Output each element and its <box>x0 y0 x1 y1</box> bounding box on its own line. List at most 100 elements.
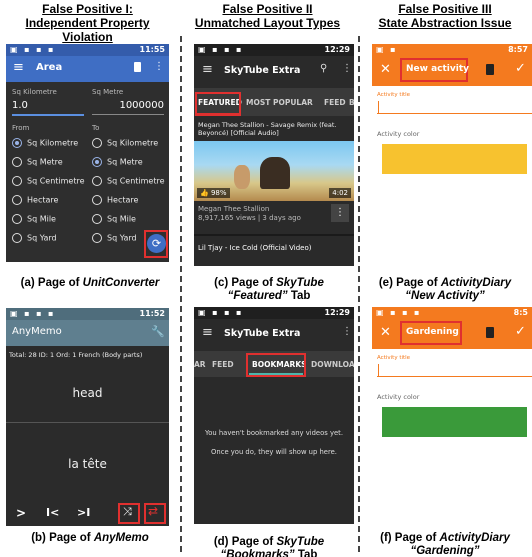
heading-false-positive-1: False Positive I: Independent Property V… <box>25 2 150 44</box>
to-radio-sq-centimetre[interactable]: Sq Centimetre <box>92 176 165 186</box>
from-radio-hectare[interactable]: Hectare <box>12 195 58 205</box>
highlight-featured-tab <box>195 92 241 116</box>
from-radio-sq-metre[interactable]: Sq Metre <box>12 157 63 167</box>
radio[interactable] <box>12 176 22 186</box>
repeat-icon[interactable]: ⇄ <box>148 504 158 518</box>
radio[interactable] <box>12 233 22 243</box>
anymemo-screen: ▣ ▪ ▪ ▪ 11:52 AnyMemo 🔧 Total: 28 ID: 1 … <box>6 308 169 526</box>
menu-icon[interactable]: ≡ <box>202 62 213 77</box>
toolbar: ≡ SkyTube Extra ⋮ <box>194 319 354 349</box>
toolbar: ≡ SkyTube Extra ⚲ ⋮ <box>194 56 354 86</box>
heading-false-positive-3: False Positive III State Abstraction Iss… <box>378 2 512 30</box>
video-title-2[interactable]: Lil Tjay - Ice Cold (Official Video) <box>194 234 354 266</box>
tab-feed[interactable]: FEED <box>212 360 234 369</box>
tab-feed[interactable]: FEED <box>324 98 346 107</box>
to-value-underline <box>92 114 164 115</box>
delete-icon[interactable] <box>134 62 141 72</box>
radio[interactable] <box>12 157 22 167</box>
thumbnail-horse <box>260 157 290 189</box>
search-icon[interactable]: ⚲ <box>320 63 327 74</box>
activity-title-input[interactable] <box>377 363 532 377</box>
card-back[interactable]: la tête <box>6 424 169 502</box>
status-icons: ▣ ▪ <box>376 45 398 54</box>
from-value-underline <box>12 114 84 116</box>
app-title: SkyTube Extra <box>224 328 301 339</box>
channel-name[interactable]: Megan Thee Stallion <box>198 205 269 213</box>
to-radio-sq-metre[interactable]: Sq Metre <box>92 157 143 167</box>
wrench-icon[interactable]: 🔧 <box>151 325 165 338</box>
activity-color-swatch[interactable] <box>382 407 527 437</box>
confirm-icon[interactable]: ✓ <box>515 324 526 339</box>
first-card-icon[interactable]: I< <box>46 506 59 519</box>
radio[interactable] <box>92 176 102 186</box>
radio[interactable] <box>12 214 22 224</box>
empty-message-2: Once you do, they will show up here. <box>211 448 337 456</box>
video-title-1[interactable]: Megan Thee Stallion - Savage Remix (feat… <box>198 121 352 137</box>
radio-selected[interactable] <box>92 157 102 167</box>
radio[interactable] <box>92 195 102 205</box>
radio[interactable] <box>12 195 22 205</box>
status-icons: ▣ ▪ ▪ ▪ <box>198 308 244 317</box>
more-options-icon[interactable]: ⋮ <box>154 61 164 72</box>
toolbar: ✕ Gardening ✓ <box>372 319 532 349</box>
to-radio-hectare[interactable]: Hectare <box>92 195 138 205</box>
delete-icon[interactable] <box>486 327 494 338</box>
to-unit-label: Sq Metre <box>92 88 124 96</box>
activity-color-label: Activity color <box>377 393 420 401</box>
duration-badge: 4:02 <box>329 188 351 198</box>
status-bar: ▣ ▪ ▪ ▪ 12:29 <box>194 307 354 319</box>
activity-gardening-screen: ▣ ▪ ▪ ▪ 8:5 ✕ Gardening ✓ Activity title… <box>372 307 532 525</box>
tab-bookmarks-partial[interactable]: B <box>349 98 354 107</box>
like-badge: 👍 98% <box>197 188 230 198</box>
status-bar: ▣ ▪ 8:57 <box>372 44 532 56</box>
tab-popular-partial[interactable]: AR <box>194 360 206 369</box>
activity-new-screen: ▣ ▪ 8:57 ✕ New activity ✓ Activity title… <box>372 44 532 262</box>
more-options-icon[interactable]: ⋮ <box>342 326 352 337</box>
deck-info: Total: 28 ID: 1 Ord: 1 French (Body part… <box>9 351 143 359</box>
radio[interactable] <box>92 138 102 148</box>
swap-units-button[interactable]: ⟳ <box>147 234 166 253</box>
last-card-icon[interactable]: >I <box>77 506 90 519</box>
radio[interactable] <box>92 214 102 224</box>
status-bar: ▣ ▪ ▪ ▪ 11:52 <box>6 308 169 320</box>
from-radio-sq-yard[interactable]: Sq Yard <box>12 233 57 243</box>
tab-downloads[interactable]: DOWNLOADS <box>311 360 354 369</box>
app-title: SkyTube Extra <box>224 65 301 76</box>
close-icon[interactable]: ✕ <box>380 62 391 77</box>
to-radio-sq-kilometre[interactable]: Sq Kilometre <box>92 138 158 148</box>
to-value-input[interactable]: 1000000 <box>92 100 164 111</box>
from-value-input[interactable]: 1.0 <box>12 100 28 111</box>
card-front[interactable]: head <box>6 363 169 423</box>
radio-selected[interactable] <box>12 138 22 148</box>
caption-f: (f) Page of ActivityDiary “Gardening” <box>380 532 510 557</box>
activity-name-title: New activity <box>406 64 469 74</box>
tab-most-popular[interactable]: MOST POPULAR <box>246 98 313 107</box>
activity-title-input[interactable] <box>377 100 532 114</box>
from-radio-sq-mile[interactable]: Sq Mile <box>12 214 56 224</box>
from-radio-sq-kilometre[interactable]: Sq Kilometre <box>12 138 78 148</box>
menu-icon[interactable]: ≡ <box>202 325 213 340</box>
from-radio-sq-centimetre[interactable]: Sq Centimetre <box>12 176 85 186</box>
to-radio-sq-mile[interactable]: Sq Mile <box>92 214 136 224</box>
heading-false-positive-2: False Positive II Unmatched Layout Types <box>194 2 341 30</box>
radio[interactable] <box>92 233 102 243</box>
video-options-button[interactable]: ⋮ <box>331 204 349 222</box>
shuffle-icon[interactable]: ⤨ <box>123 505 132 519</box>
next-icon[interactable]: > <box>16 506 26 520</box>
unit-converter-screen: ▣ ▪ ▪ ▪ 11:55 ≡ Area ⋮ Sq Kilometre Sq M… <box>6 44 169 262</box>
menu-icon[interactable]: ≡ <box>13 60 24 75</box>
close-icon[interactable]: ✕ <box>380 325 391 340</box>
highlight-bookmarks-tab <box>246 353 306 377</box>
to-radio-sq-yard[interactable]: Sq Yard <box>92 233 137 243</box>
delete-icon[interactable] <box>486 64 494 75</box>
more-options-icon[interactable]: ⋮ <box>342 63 352 74</box>
bottom-bar: > I< >I ⤨ ⇄ <box>6 502 169 526</box>
to-label: To <box>92 124 100 132</box>
toolbar: ≡ Area ⋮ <box>6 56 169 82</box>
activity-color-swatch[interactable] <box>382 144 527 174</box>
confirm-icon[interactable]: ✓ <box>515 61 526 76</box>
status-icons: ▣ ▪ ▪ ▪ <box>376 308 422 317</box>
video-thumbnail[interactable]: 👍 98% 4:02 <box>194 141 354 201</box>
caption-e: (e) Page of ActivityDiary “New Activity” <box>378 277 512 302</box>
status-time: 8:5 <box>513 308 528 317</box>
